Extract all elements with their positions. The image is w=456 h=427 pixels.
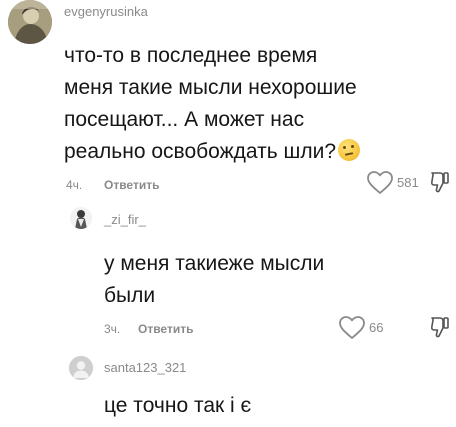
username[interactable]: santa123_321 (104, 360, 186, 375)
reply-button[interactable]: Ответить (104, 178, 159, 192)
comment-time: 3ч. (104, 322, 121, 336)
avatar[interactable] (70, 207, 92, 229)
like-button[interactable]: 66 (338, 315, 383, 340)
reply-button[interactable]: Ответить (138, 322, 193, 336)
user-photo-icon (70, 207, 92, 229)
thinking-face-icon (338, 139, 361, 161)
like-count: 581 (397, 175, 419, 190)
user-photo-icon (8, 0, 52, 44)
comment-text-line: были (104, 284, 156, 307)
comment-text-line: у меня такиеже мысли (104, 252, 325, 275)
thumbs-down-icon (430, 317, 449, 338)
heart-icon (367, 171, 393, 194)
like-count: 66 (369, 320, 384, 335)
comment-text-line: меня такие мысли нехорошие (64, 76, 357, 99)
username[interactable]: evgenyrusinka (64, 4, 148, 19)
avatar[interactable] (8, 0, 52, 44)
dislike-button[interactable] (430, 170, 450, 199)
avatar[interactable] (69, 356, 93, 380)
comment-text-line: посещают... А может нас (64, 108, 305, 131)
comment-time: 4ч. (66, 178, 83, 192)
username[interactable]: _zi_fir_ (104, 212, 146, 227)
comment-text-line-last: реально освобождать шли? (64, 136, 361, 168)
dislike-button[interactable] (430, 315, 450, 344)
comment-text-line: что-то в последнее время (64, 44, 318, 67)
like-button[interactable]: 581 (366, 170, 419, 195)
comment-text-line: реально освобождать шли? (64, 140, 337, 163)
thumbs-down-icon (430, 172, 449, 193)
comment-text-line: це точно так і є (104, 394, 252, 417)
heart-icon (339, 316, 365, 339)
default-avatar-icon (69, 356, 93, 380)
